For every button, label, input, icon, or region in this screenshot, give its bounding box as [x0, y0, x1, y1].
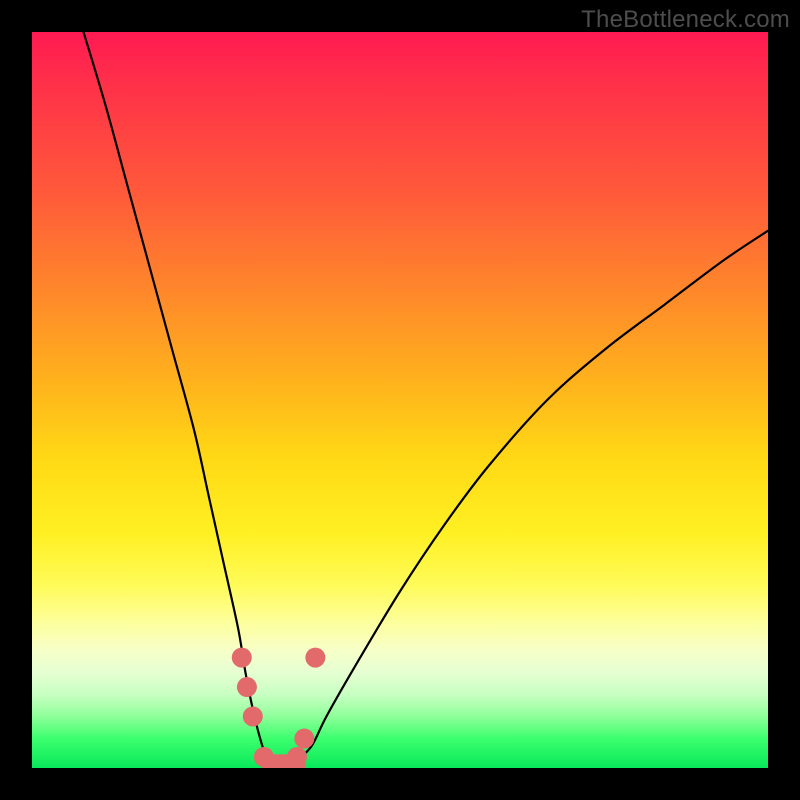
optimal-markers [232, 648, 326, 768]
optimal-marker [305, 648, 325, 668]
optimal-marker [294, 729, 314, 749]
watermark-text: TheBottleneck.com [581, 6, 790, 34]
optimal-marker [232, 648, 252, 668]
optimal-marker [243, 706, 263, 726]
optimal-marker [237, 677, 257, 697]
optimal-marker [276, 754, 296, 768]
optimal-marker [287, 747, 307, 767]
optimal-marker [254, 747, 274, 767]
plot-area [32, 32, 768, 768]
bottleneck-curve-svg [32, 32, 768, 768]
optimal-marker [265, 754, 285, 768]
chart-frame: TheBottleneck.com [0, 0, 800, 800]
bottleneck-curve [84, 32, 768, 768]
optimal-range-bar [262, 754, 306, 768]
